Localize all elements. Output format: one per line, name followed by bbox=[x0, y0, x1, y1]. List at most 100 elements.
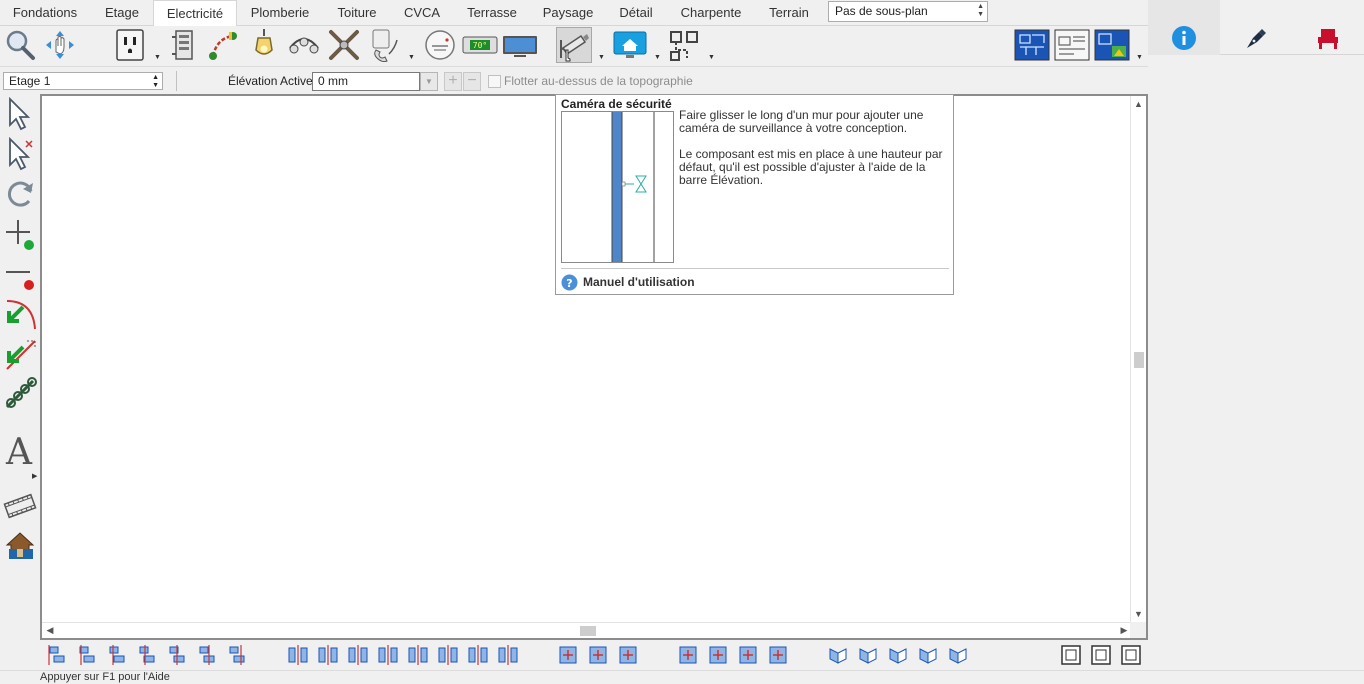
text-tool-button[interactable]: A bbox=[2, 432, 38, 468]
align-middle-v-button[interactable] bbox=[195, 643, 221, 667]
security-camera-button[interactable] bbox=[556, 27, 592, 63]
tab-paysage[interactable]: Paysage bbox=[532, 0, 604, 26]
mirror-2-button[interactable] bbox=[885, 643, 911, 667]
scroll-up-icon[interactable]: ▲ bbox=[1131, 96, 1146, 112]
view-dropdown-icon[interactable]: ▼ bbox=[1136, 54, 1143, 61]
vertical-scroll-thumb[interactable] bbox=[1134, 352, 1144, 368]
user-manual-link[interactable]: Manuel d'utilisation bbox=[583, 275, 695, 289]
monitor-dropdown-icon[interactable]: ▼ bbox=[654, 54, 661, 61]
distribute-v-4-button[interactable] bbox=[495, 643, 521, 667]
line-tool-button[interactable] bbox=[2, 336, 38, 372]
arc-tool-button[interactable] bbox=[2, 296, 38, 332]
mirror-3-button[interactable] bbox=[915, 643, 941, 667]
tab-plomberie[interactable]: Plomberie bbox=[238, 0, 322, 26]
distribute-v-1-button[interactable] bbox=[405, 643, 431, 667]
phone-button[interactable] bbox=[366, 27, 402, 63]
float-above-topography-checkbox[interactable] bbox=[488, 75, 501, 88]
elevation-view-button[interactable] bbox=[1054, 27, 1090, 63]
phone-dropdown-icon[interactable]: ▼ bbox=[408, 54, 415, 61]
electrical-panel-button[interactable] bbox=[167, 27, 203, 63]
horizontal-scroll-thumb[interactable] bbox=[580, 626, 596, 636]
center-in-box-button[interactable] bbox=[705, 643, 731, 667]
select-multiple-button[interactable] bbox=[2, 136, 38, 172]
delete-point-button[interactable] bbox=[2, 256, 38, 292]
pan-button[interactable] bbox=[42, 27, 78, 63]
text-tool-flyout-icon[interactable]: ▶ bbox=[32, 472, 37, 480]
select-tool-button[interactable] bbox=[2, 96, 38, 132]
tab-terrain[interactable]: Terrain bbox=[756, 0, 822, 26]
site-plan-view-button[interactable] bbox=[1094, 27, 1130, 63]
shrink-button[interactable] bbox=[765, 643, 791, 667]
resize-both-button[interactable] bbox=[615, 643, 641, 667]
distribute-v-2-button[interactable] bbox=[435, 643, 461, 667]
tab-detail[interactable]: Détail bbox=[606, 0, 666, 26]
outlet-icon bbox=[116, 29, 144, 61]
ceiling-fan-button[interactable] bbox=[326, 27, 362, 63]
distribute-v-3-button[interactable] bbox=[465, 643, 491, 667]
tab-fondations[interactable]: Fondations bbox=[0, 0, 90, 26]
floor-select[interactable]: Etage 1 ▲ ▼ bbox=[3, 72, 163, 90]
distribute-h-4-button[interactable] bbox=[375, 643, 401, 667]
tab-charpente[interactable]: Charpente bbox=[668, 0, 754, 26]
film-tool-button[interactable] bbox=[2, 488, 38, 524]
connection-dropdown-icon[interactable]: ▼ bbox=[708, 54, 715, 61]
pendant-light-button[interactable] bbox=[246, 27, 282, 63]
home-monitor-button[interactable] bbox=[612, 27, 648, 63]
resize-h-button[interactable] bbox=[585, 643, 611, 667]
tab-cvca[interactable]: CVCA bbox=[392, 0, 452, 26]
tv-button[interactable] bbox=[502, 27, 538, 63]
tab-terrasse[interactable]: Terrasse bbox=[456, 0, 528, 26]
elevation-input[interactable]: 0 mm bbox=[312, 72, 420, 91]
distribute-h-1-button[interactable] bbox=[285, 643, 311, 667]
frame-2-button[interactable] bbox=[1088, 643, 1114, 667]
house-3d-button[interactable] bbox=[2, 526, 38, 562]
distribute-h-3-button[interactable] bbox=[345, 643, 371, 667]
align-center-button[interactable] bbox=[135, 643, 161, 667]
scroll-down-icon[interactable]: ▼ bbox=[1131, 606, 1146, 622]
scroll-left-icon[interactable]: ◀ bbox=[42, 623, 58, 638]
align-left-button[interactable] bbox=[45, 643, 71, 667]
resize-w-button[interactable] bbox=[555, 643, 581, 667]
phone-icon bbox=[372, 29, 398, 62]
tab-toiture[interactable]: Toiture bbox=[324, 0, 390, 26]
elevation-decrease-button[interactable]: − bbox=[463, 72, 481, 91]
frame-3-button[interactable] bbox=[1118, 643, 1144, 667]
horizontal-scrollbar[interactable]: ◀ ▶ bbox=[42, 622, 1132, 638]
outlet-dropdown-icon[interactable]: ▼ bbox=[154, 54, 161, 61]
right-tab-furniture[interactable] bbox=[1292, 0, 1364, 55]
shrink-icon bbox=[769, 646, 787, 664]
copy-button[interactable] bbox=[825, 643, 851, 667]
smoke-detector-button[interactable] bbox=[422, 27, 458, 63]
center-point-button[interactable] bbox=[735, 643, 761, 667]
thermostat-button[interactable]: 70° bbox=[462, 27, 498, 63]
outlet-button[interactable] bbox=[112, 27, 148, 63]
floor-plan-view-button[interactable] bbox=[1014, 27, 1050, 63]
wire-button[interactable] bbox=[206, 27, 242, 63]
frame-1-button[interactable] bbox=[1058, 643, 1084, 667]
chain-tool-button[interactable] bbox=[2, 376, 38, 412]
elevation-dropdown-icon[interactable]: ▼ bbox=[420, 72, 438, 91]
mirror-1-button[interactable] bbox=[855, 643, 881, 667]
stretch-v-button[interactable] bbox=[675, 643, 701, 667]
subplan-select[interactable]: Pas de sous-plan ▲ ▼ bbox=[828, 1, 988, 22]
mirror-4-button[interactable] bbox=[945, 643, 971, 667]
tab-etage[interactable]: Etage bbox=[90, 0, 154, 26]
help-icon[interactable]: ? bbox=[561, 274, 578, 291]
align-top-button[interactable] bbox=[165, 643, 191, 667]
align-right-button[interactable] bbox=[105, 643, 131, 667]
add-point-button[interactable] bbox=[2, 216, 38, 252]
right-tab-info[interactable] bbox=[1148, 0, 1220, 55]
right-tab-pen[interactable] bbox=[1220, 0, 1292, 55]
camera-dropdown-icon[interactable]: ▼ bbox=[598, 54, 605, 61]
track-light-button[interactable] bbox=[286, 27, 322, 63]
distribute-h-2-button[interactable] bbox=[315, 643, 341, 667]
vertical-scrollbar[interactable]: ▲ ▼ bbox=[1130, 96, 1146, 622]
align-center-h-button[interactable] bbox=[75, 643, 101, 667]
align-bottom-button[interactable] bbox=[225, 643, 251, 667]
connection-button[interactable] bbox=[666, 27, 702, 63]
mirror-4-icon bbox=[949, 648, 967, 664]
zoom-button[interactable] bbox=[2, 27, 38, 63]
rotate-button[interactable] bbox=[2, 176, 38, 212]
elevation-increase-button[interactable]: + bbox=[444, 72, 462, 91]
tab-electricite[interactable]: Electricité bbox=[153, 0, 237, 27]
